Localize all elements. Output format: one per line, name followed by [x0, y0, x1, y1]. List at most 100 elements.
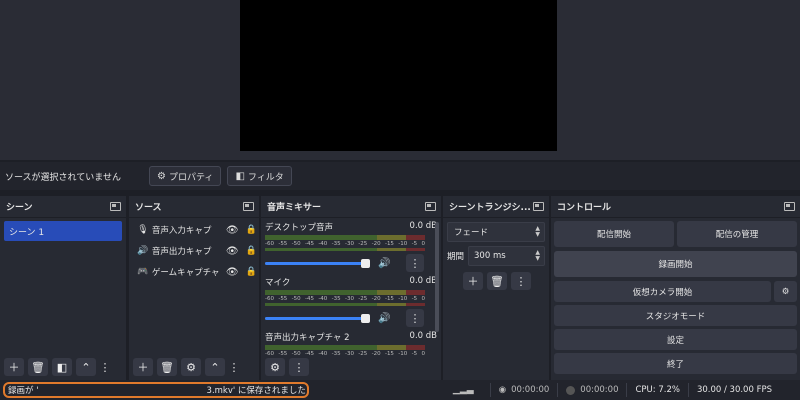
gamepad-icon: 🎮	[137, 267, 149, 277]
mixer-scrollbar[interactable]	[435, 222, 439, 332]
meter-scale-tick: -45	[304, 241, 314, 247]
meter-scale-tick: -30	[344, 241, 354, 247]
channel-db: 0.0 dB	[409, 221, 437, 231]
plus-icon: ＋	[467, 275, 479, 288]
start-recording-label: 録画開始	[658, 260, 693, 270]
move-source-up-button[interactable]: ⌃	[205, 358, 225, 376]
meter-scale-tick: -15	[384, 296, 394, 302]
undock-icon[interactable]	[533, 202, 544, 211]
meter-scale-tick: -35	[331, 241, 341, 247]
preview-canvas[interactable]	[240, 0, 557, 151]
meter-scale-tick: -25	[358, 296, 368, 302]
meter-scale-tick: -55	[278, 351, 288, 357]
remove-source-button[interactable]: 🗑	[157, 358, 177, 376]
recording-saved-message: 録画が ' 3.mkv' に保存されました	[3, 382, 309, 398]
chevron-up-icon: ⌃	[210, 360, 220, 374]
meter-scale-tick: 0	[421, 351, 425, 357]
duration-label: 期間	[447, 252, 465, 262]
trash-icon: 🗑	[31, 360, 45, 374]
scenes-toolbar: ＋ 🗑 ◧ ⌃ ⋮	[4, 358, 111, 376]
more-vertical-icon: ⋮	[293, 360, 305, 374]
volume-slider-handle[interactable]	[361, 258, 370, 268]
meter-scale-tick: -15	[384, 241, 394, 247]
divider	[626, 383, 628, 397]
source-item[interactable]: 🎮 ゲームキャプチャ 👁 🔒	[129, 263, 259, 281]
start-streaming-button[interactable]: 配信開始	[554, 221, 674, 247]
trash-icon: 🗑	[160, 360, 174, 374]
lock-icon[interactable]: 🔒	[243, 246, 259, 256]
filters-button[interactable]: ◧ フィルタ	[227, 166, 292, 186]
add-scene-button[interactable]: ＋	[4, 358, 24, 376]
scene-item[interactable]: シーン 1	[4, 221, 122, 241]
status-bar: 録画が ' 3.mkv' に保存されました ▁▂▃ ◉ 00:00:00 00:…	[0, 380, 800, 400]
undock-icon[interactable]	[784, 202, 795, 211]
scene-filters-button[interactable]: ◧	[52, 358, 72, 376]
studio-mode-label: スタジオモード	[645, 311, 706, 322]
add-transition-button[interactable]: ＋	[463, 272, 483, 290]
settings-button[interactable]: 設定	[554, 329, 797, 350]
mixer-settings-button[interactable]: ⚙	[265, 358, 285, 376]
meter-scale: -60 -55 -50 -45 -40 -35 -30 -25 -20 -15 -10 -5 0	[265, 351, 425, 357]
source-item[interactable]: 🔊 音声出力キャプ 👁 🔒	[129, 242, 259, 260]
status-message-suffix: 3.mkv' に保存されました	[206, 386, 306, 396]
start-streaming-label: 配信開始	[596, 230, 631, 240]
virtual-camera-settings-button[interactable]: ⚙	[774, 281, 797, 302]
mixer-toolbar: ⚙ ⋮	[265, 358, 309, 376]
channel-menu-button[interactable]: ⋮	[406, 254, 424, 272]
meter-scale-tick: -55	[278, 296, 288, 302]
volume-slider[interactable]	[265, 313, 370, 323]
mixer-menu-button[interactable]: ⋮	[289, 358, 309, 376]
exit-button[interactable]: 終了	[554, 353, 797, 374]
channel-menu-button[interactable]: ⋮	[406, 309, 424, 327]
meter-scale-tick: -25	[358, 351, 368, 357]
remove-transition-button[interactable]: 🗑	[487, 272, 507, 290]
volume-meter	[265, 303, 425, 306]
lock-icon[interactable]: 🔒	[243, 267, 259, 277]
context-bar: ソースが選択されていません ⚙ プロパティ ◧ フィルタ	[0, 162, 800, 190]
meter-scale-tick: -40	[318, 351, 328, 357]
sources-dock-title: ソース	[129, 196, 259, 218]
plus-icon: ＋	[137, 361, 149, 374]
start-recording-button[interactable]: 録画開始	[554, 251, 797, 277]
source-more-button[interactable]: ⋮	[229, 358, 240, 376]
manage-broadcast-button[interactable]: 配信の管理	[677, 221, 797, 247]
eye-icon[interactable]: 👁	[225, 246, 239, 257]
undock-icon[interactable]	[110, 202, 121, 211]
speaker-icon: 🔊	[137, 246, 149, 256]
channel-name: 音声出力キャプチャ 2	[265, 333, 350, 343]
scene-more-button[interactable]: ⋮	[100, 358, 111, 376]
meter-scale-tick: -5	[411, 351, 418, 357]
move-scene-up-button[interactable]: ⌃	[76, 358, 96, 376]
transition-menu-button[interactable]: ⋮	[511, 272, 531, 290]
add-source-button[interactable]: ＋	[133, 358, 153, 376]
remove-scene-button[interactable]: 🗑	[28, 358, 48, 376]
duration-value: 300 ms	[474, 251, 506, 261]
transition-select[interactable]: フェード ▲ ▼	[447, 222, 545, 242]
speaker-icon[interactable]: 🔊	[378, 313, 392, 324]
properties-label: プロパティ	[168, 172, 214, 183]
volume-slider-handle[interactable]	[361, 313, 370, 323]
volume-slider[interactable]	[265, 258, 370, 268]
properties-button[interactable]: ⚙ プロパティ	[149, 166, 222, 186]
eye-icon[interactable]: 👁	[225, 225, 239, 236]
transitions-title: シーントランジシ...	[449, 203, 531, 213]
undock-icon[interactable]	[243, 202, 254, 211]
source-item[interactable]: 🎙 音声入力キャプ 👁 🔒	[129, 221, 259, 239]
meter-scale-tick: -15	[384, 351, 394, 357]
lock-icon[interactable]: 🔒	[243, 225, 259, 235]
trash-icon: 🗑	[490, 274, 504, 288]
divider	[557, 383, 559, 397]
meter-scale-tick: -60	[265, 351, 274, 357]
duration-spinbox[interactable]: 300 ms ▲ ▼	[468, 246, 545, 266]
controls-dock: コントロール 配信開始 配信の管理 録画開始 仮想カメラ開始 ⚙ スタジオモード…	[551, 196, 800, 380]
meter-scale-tick: -20	[371, 296, 381, 302]
scene-item-label: シーン 1	[9, 227, 45, 238]
channel-name: マイク	[265, 278, 291, 288]
speaker-icon[interactable]: 🔊	[378, 258, 392, 269]
undock-icon[interactable]	[425, 202, 436, 211]
start-virtual-camera-button[interactable]: 仮想カメラ開始	[554, 281, 771, 302]
eye-icon[interactable]: 👁	[225, 267, 239, 278]
chevron-updown-icon[interactable]: ▲ ▼	[535, 250, 540, 262]
source-properties-button[interactable]: ⚙	[181, 358, 201, 376]
studio-mode-button[interactable]: スタジオモード	[554, 305, 797, 326]
